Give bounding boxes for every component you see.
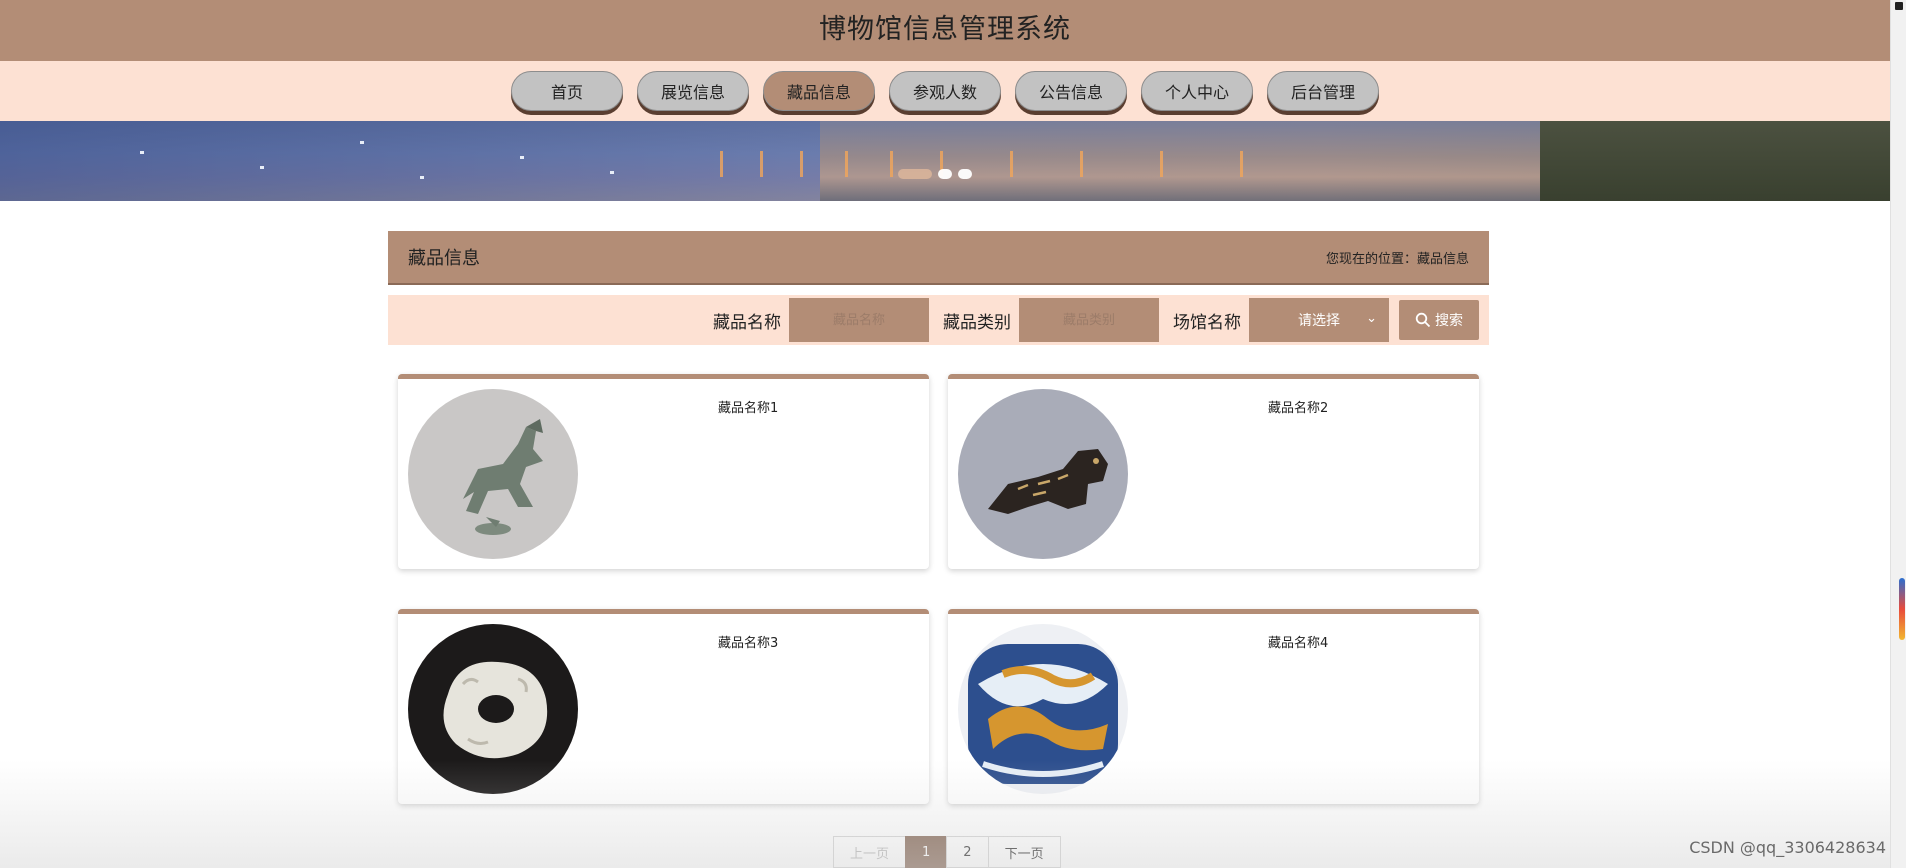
banner-boat bbox=[610, 171, 614, 174]
venue-label: 场馆名称 bbox=[1173, 312, 1241, 333]
banner-light bbox=[720, 151, 723, 177]
prev-page-button[interactable]: 上一页 bbox=[833, 836, 907, 868]
chevron-down-icon: ⌄ bbox=[1366, 311, 1377, 326]
collection-card[interactable]: 藏品名称1 bbox=[398, 374, 929, 569]
nav-item-home[interactable]: 首页 bbox=[511, 71, 623, 111]
nav-item-announcements[interactable]: 公告信息 bbox=[1015, 71, 1127, 111]
nav-item-visitors[interactable]: 参观人数 bbox=[889, 71, 1001, 111]
banner-light bbox=[1240, 151, 1243, 177]
page-button-2[interactable]: 2 bbox=[946, 836, 989, 868]
collection-card[interactable]: 藏品名称3 bbox=[398, 609, 929, 804]
nav-item-exhibitions[interactable]: 展览信息 bbox=[637, 71, 749, 111]
bronze-horse-image bbox=[408, 389, 578, 559]
page: 博物馆信息管理系统 首页 展览信息 藏品信息 参观人数 公告信息 个人中心 后台… bbox=[0, 0, 1906, 868]
breadcrumb: 您现在的位置：藏品信息 bbox=[1325, 251, 1469, 267]
nav-item-admin[interactable]: 后台管理 bbox=[1267, 71, 1379, 111]
banner-light bbox=[890, 151, 893, 177]
section-title: 藏品信息 bbox=[408, 248, 480, 269]
section-header: 藏品信息 您现在的位置：藏品信息 bbox=[388, 231, 1489, 285]
scroll-indicator bbox=[1899, 578, 1905, 640]
banner-light bbox=[1010, 151, 1013, 177]
search-button[interactable]: 搜索 bbox=[1399, 300, 1479, 340]
collection-name[interactable]: 藏品名称4 bbox=[1268, 632, 1328, 651]
carousel-indicators bbox=[898, 169, 972, 179]
main-nav: 首页 展览信息 藏品信息 参观人数 公告信息 个人中心 后台管理 bbox=[0, 61, 1890, 121]
category-input[interactable] bbox=[1019, 298, 1159, 342]
banner-town bbox=[820, 121, 1580, 201]
porcelain-jar-image bbox=[958, 624, 1128, 794]
collection-card[interactable]: 藏品名称4 bbox=[948, 609, 1479, 804]
collection-card[interactable]: 藏品名称2 bbox=[948, 374, 1479, 569]
watermark: CSDN @qq_3306428634 bbox=[1689, 838, 1886, 857]
next-page-button[interactable]: 下一页 bbox=[987, 836, 1061, 868]
banner-light bbox=[800, 151, 803, 177]
banner-carousel bbox=[0, 121, 1890, 201]
banner-boat bbox=[260, 166, 264, 169]
search-icon bbox=[1415, 312, 1431, 328]
bronze-tiger-image bbox=[958, 389, 1128, 559]
category-label: 藏品类别 bbox=[943, 312, 1011, 333]
pagination: 上一页 1 2 下一页 bbox=[833, 836, 1061, 868]
collection-name[interactable]: 藏品名称3 bbox=[718, 632, 778, 651]
page-button-1[interactable]: 1 bbox=[905, 836, 948, 868]
nav-item-collections[interactable]: 藏品信息 bbox=[763, 71, 875, 111]
banner-boat bbox=[420, 176, 424, 179]
search-button-label: 搜索 bbox=[1435, 313, 1463, 329]
carousel-dot-2[interactable] bbox=[938, 169, 952, 179]
banner-boat bbox=[360, 141, 364, 144]
site-title: 博物馆信息管理系统 bbox=[819, 14, 1071, 45]
banner-hill bbox=[1540, 121, 1890, 201]
banner-light bbox=[1160, 151, 1163, 177]
venue-select[interactable]: 请选择 ⌄ bbox=[1249, 298, 1389, 342]
venue-selected-value: 请选择 bbox=[1298, 313, 1340, 329]
search-bar: 藏品名称 藏品类别 场馆名称 请选择 ⌄ 搜索 bbox=[388, 295, 1489, 345]
banner-light bbox=[1080, 151, 1083, 177]
banner-light bbox=[845, 151, 848, 177]
banner-light bbox=[760, 151, 763, 177]
nav-item-profile[interactable]: 个人中心 bbox=[1141, 71, 1253, 111]
collection-name[interactable]: 藏品名称1 bbox=[718, 397, 778, 416]
carousel-dot-1[interactable] bbox=[898, 169, 932, 179]
name-label: 藏品名称 bbox=[713, 312, 781, 333]
collection-name[interactable]: 藏品名称2 bbox=[1268, 397, 1328, 416]
name-input[interactable] bbox=[789, 298, 929, 342]
scroll-up-arrow[interactable] bbox=[1895, 2, 1903, 10]
jade-pendant-image bbox=[408, 624, 578, 794]
scrollbar[interactable] bbox=[1890, 0, 1906, 868]
site-header: 博物馆信息管理系统 bbox=[0, 0, 1890, 61]
banner-boat bbox=[140, 151, 144, 154]
carousel-dot-3[interactable] bbox=[958, 169, 972, 179]
banner-boat bbox=[520, 156, 524, 159]
